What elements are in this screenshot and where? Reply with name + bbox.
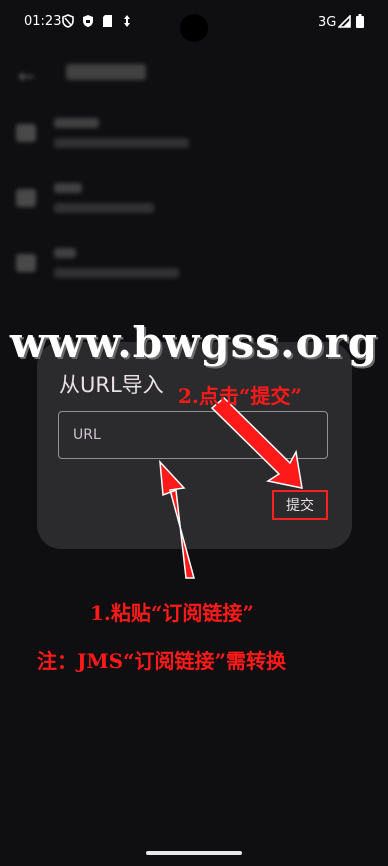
list-item	[0, 179, 388, 239]
battery-icon	[356, 14, 364, 28]
dialog-title: 从URL导入	[59, 373, 164, 397]
cloud-icon	[16, 254, 36, 272]
list-item	[0, 114, 388, 174]
home-indicator[interactable]	[146, 851, 242, 855]
vpn-shield-icon	[83, 15, 93, 27]
network-type: 3G	[318, 15, 337, 30]
background-screen: ←	[0, 44, 388, 344]
submit-button[interactable]: 提交	[272, 490, 328, 520]
status-bar: 01:23 3G	[0, 0, 388, 44]
data-transfer-icon	[124, 15, 130, 27]
file-icon	[16, 189, 36, 207]
annotation-step2: 2.点击“提交”	[178, 384, 302, 408]
back-arrow-icon: ←	[18, 64, 35, 88]
watermark: www.bwgss.org	[9, 318, 379, 367]
sim-card-icon	[103, 15, 112, 27]
camera-cutout	[180, 14, 208, 42]
url-field[interactable]	[58, 411, 328, 459]
qr-code-icon	[16, 124, 36, 142]
import-url-dialog: 从URL导入 提交	[37, 342, 352, 549]
signal-icon	[338, 15, 351, 28]
annotation-step1: 1.粘贴“订阅链接”	[90, 601, 254, 625]
app-title-placeholder	[66, 64, 146, 80]
annotation-note: 注：JMS“订阅链接”需转换	[37, 649, 287, 673]
status-time: 01:23	[24, 14, 62, 29]
url-input[interactable]	[59, 412, 327, 458]
list-item	[0, 244, 388, 304]
privacy-shield-icon	[62, 14, 74, 28]
